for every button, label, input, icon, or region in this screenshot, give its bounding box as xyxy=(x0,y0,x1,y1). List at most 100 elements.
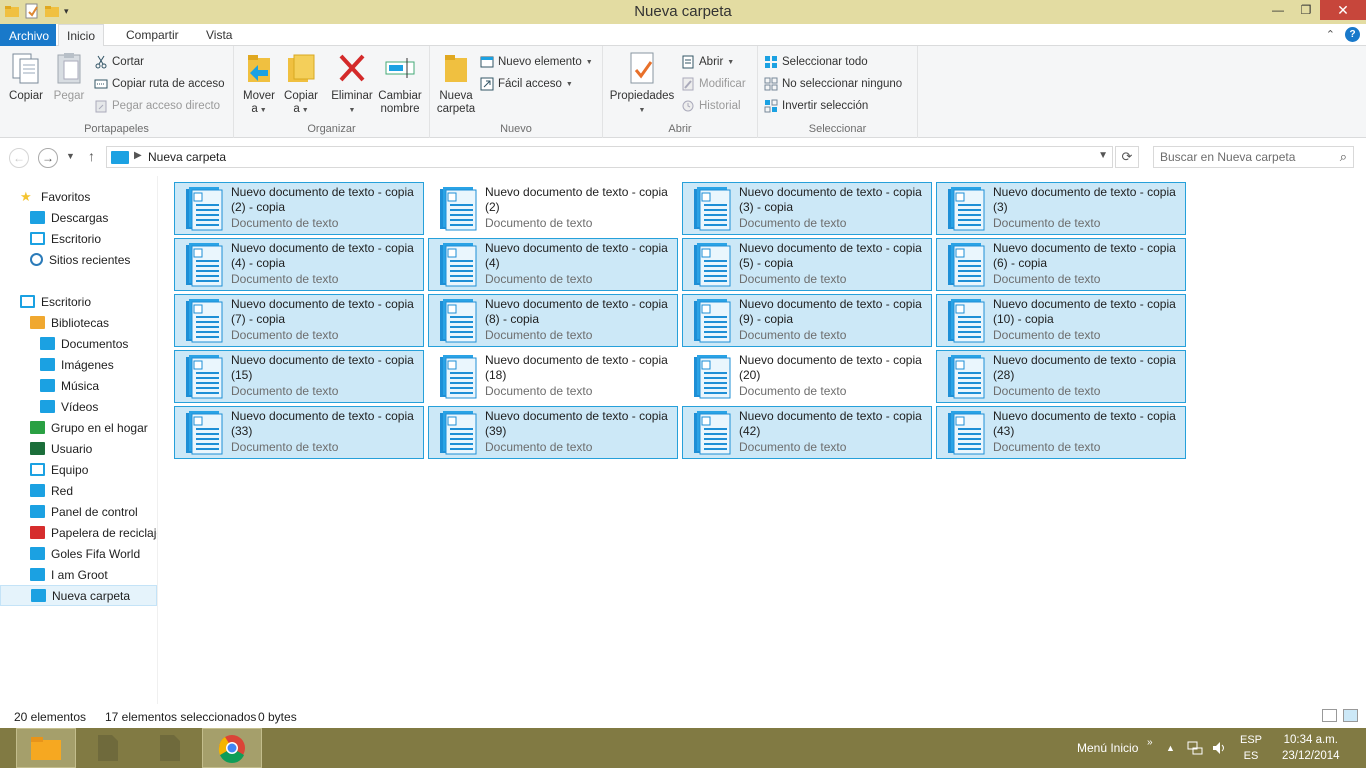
tiles-view-button[interactable] xyxy=(1343,709,1358,722)
paste-shortcut-button[interactable]: Pegar acceso directo xyxy=(94,97,220,115)
taskbar-document-2[interactable] xyxy=(140,728,200,768)
nav-item[interactable]: Red xyxy=(0,480,157,501)
language-indicator[interactable]: ESP ES xyxy=(1240,728,1262,768)
nav-item-label: I am Groot xyxy=(51,567,108,582)
clock-time: 10:34 a.m. xyxy=(1283,734,1338,746)
scissors-icon xyxy=(95,55,107,69)
start-menu-toolbar[interactable]: Menú Inicio xyxy=(1077,728,1138,768)
file-tile[interactable]: Nuevo documento de texto - copia (28) Docu… xyxy=(936,350,1186,403)
volume-tray-icon[interactable] xyxy=(1211,728,1227,768)
nav-item[interactable]: Documentos xyxy=(0,333,157,354)
taskbar-explorer[interactable] xyxy=(16,728,76,768)
edit-button[interactable]: Modificar xyxy=(681,75,746,93)
refresh-button[interactable]: ⟳ xyxy=(1115,146,1139,168)
file-tile[interactable]: Nuevo documento de texto - copia (3) Docum… xyxy=(936,182,1186,235)
easy-access-button[interactable]: Fácil acceso ▼ xyxy=(480,75,573,93)
properties-button[interactable]: Propiedades ▼ xyxy=(607,50,677,117)
file-view[interactable]: Nuevo documento de texto - copia (2) - co… xyxy=(158,176,1366,704)
copy-path-button[interactable]: Copiar ruta de acceso xyxy=(94,75,225,93)
show-hidden-icons-chevron-icon[interactable]: ▲ xyxy=(1166,728,1175,768)
move-to-button[interactable]: Mover a ▼ xyxy=(240,50,278,117)
file-tile[interactable]: Nuevo documento de texto - copia (2) - co… xyxy=(174,182,424,235)
clock[interactable]: 10:34 a.m. 23/12/2014 xyxy=(1282,728,1340,768)
copy-button[interactable]: Copiar xyxy=(6,50,46,103)
file-tile[interactable]: Nuevo documento de texto - copia (18) Docu… xyxy=(428,350,678,403)
file-tile[interactable]: Nuevo documento de texto - copia (42) Docu… xyxy=(682,406,932,459)
nav-item[interactable]: Descargas xyxy=(0,207,157,228)
nav-item[interactable]: Escritorio xyxy=(0,291,157,312)
nav-item[interactable]: Bibliotecas xyxy=(0,312,157,333)
new-folder-button[interactable]: Nueva carpeta xyxy=(434,50,478,116)
select-none-button[interactable]: No seleccionar ninguno xyxy=(764,75,902,93)
file-tile[interactable]: Nuevo documento de texto - copia (4) - co… xyxy=(174,238,424,291)
toolbar-expand-chevron-icon[interactable]: » xyxy=(1147,722,1153,762)
nav-item[interactable]: I am Groot xyxy=(0,564,157,585)
nav-item[interactable]: Papelera de reciclaje xyxy=(0,522,157,543)
copy-label: Copiar xyxy=(9,90,43,102)
taskbar-document-1[interactable] xyxy=(78,728,138,768)
file-tile[interactable]: Nuevo documento de texto - copia (5) - co… xyxy=(682,238,932,291)
rename-icon xyxy=(385,58,415,78)
file-tile[interactable]: Nuevo documento de texto - copia (8) - co… xyxy=(428,294,678,347)
search-icon[interactable]: ⌕ xyxy=(1340,149,1347,165)
file-tile[interactable]: Nuevo documento de texto - copia (4) Docum… xyxy=(428,238,678,291)
cut-button[interactable]: Cortar xyxy=(94,53,144,71)
nav-item[interactable]: ★ Favoritos xyxy=(0,186,157,207)
tab-inicio[interactable]: Inicio xyxy=(58,24,105,47)
nav-item[interactable]: Usuario xyxy=(0,438,157,459)
address-bar[interactable]: ▶ Nueva carpeta ▼ xyxy=(106,146,1113,168)
tab-compartir[interactable]: Compartir xyxy=(118,24,187,46)
nav-item[interactable]: Escritorio xyxy=(0,228,157,249)
nav-item[interactable]: Sitios recientes xyxy=(0,249,157,270)
file-tile[interactable]: Nuevo documento de texto - copia (33) Docu… xyxy=(174,406,424,459)
breadcrumb-current[interactable]: Nueva carpeta xyxy=(148,150,226,164)
taskbar-chrome[interactable] xyxy=(202,728,262,768)
delete-button[interactable]: Eliminar ▼ xyxy=(330,50,374,117)
copy-to-button[interactable]: Copiar a ▼ xyxy=(282,50,320,117)
file-tile[interactable]: Nuevo documento de texto - copia (10) - c… xyxy=(936,294,1186,347)
file-tile[interactable]: Nuevo documento de texto - copia (20) Docu… xyxy=(682,350,932,403)
search-input[interactable] xyxy=(1154,147,1324,167)
minimize-button[interactable]: — xyxy=(1264,0,1292,20)
close-button[interactable]: ✕ xyxy=(1320,0,1366,20)
open-button[interactable]: Abrir ▼ xyxy=(681,53,734,71)
file-tile[interactable]: Nuevo documento de texto - copia (15) Docu… xyxy=(174,350,424,403)
tab-vista[interactable]: Vista xyxy=(198,24,240,46)
nav-item[interactable]: Goles Fifa World xyxy=(0,543,157,564)
select-all-button[interactable]: Seleccionar todo xyxy=(764,53,868,71)
file-tile[interactable]: Nuevo documento de texto - copia (6) - co… xyxy=(936,238,1186,291)
address-dropdown-chevron-icon[interactable]: ▼ xyxy=(1098,150,1108,161)
invert-selection-button[interactable]: Invertir selección xyxy=(764,97,868,115)
nav-item[interactable]: Panel de control xyxy=(0,501,157,522)
recent-locations-chevron-icon[interactable]: ▼ xyxy=(66,151,75,161)
nav-item[interactable]: Música xyxy=(0,375,157,396)
network-tray-icon[interactable] xyxy=(1187,728,1203,768)
history-button[interactable]: Historial xyxy=(681,97,741,115)
maximize-button[interactable]: ❐ xyxy=(1292,0,1320,20)
collapse-ribbon-chevron-icon[interactable]: ⌃ xyxy=(1326,28,1335,41)
file-tile[interactable]: Nuevo documento de texto - copia (9) - co… xyxy=(682,294,932,347)
easy-access-label: Fácil acceso xyxy=(498,78,562,90)
rename-button[interactable]: Cambiar nombre xyxy=(378,50,422,116)
ribbon: Copiar Pegar Cortar Copiar ruta de acces… xyxy=(0,46,1366,138)
file-tile[interactable]: Nuevo documento de texto - copia (7) - co… xyxy=(174,294,424,347)
file-tile[interactable]: Nuevo documento de texto - copia (3) - co… xyxy=(682,182,932,235)
file-tile[interactable]: Nuevo documento de texto - copia (2) Docum… xyxy=(428,182,678,235)
nav-item[interactable]: Imágenes xyxy=(0,354,157,375)
search-box[interactable]: ⌕ xyxy=(1153,146,1354,168)
up-arrow-icon[interactable]: ↑ xyxy=(88,148,95,164)
breadcrumb-chevron-icon[interactable]: ▶ xyxy=(134,150,142,161)
help-icon[interactable]: ? xyxy=(1345,27,1360,42)
nav-item[interactable]: Nueva carpeta xyxy=(0,585,157,606)
nav-item[interactable]: Grupo en el hogar xyxy=(0,417,157,438)
file-tile[interactable]: Nuevo documento de texto - copia (43) Docu… xyxy=(936,406,1186,459)
nav-item[interactable]: Equipo xyxy=(0,459,157,480)
file-name: Nuevo documento de texto - copia (3) - co… xyxy=(739,185,929,215)
details-view-button[interactable] xyxy=(1322,709,1337,722)
paste-button[interactable]: Pegar xyxy=(50,50,88,103)
new-item-button[interactable]: Nuevo elemento ▼ xyxy=(480,53,593,71)
file-tile[interactable]: Nuevo documento de texto - copia (39) Docu… xyxy=(428,406,678,459)
forward-button[interactable]: → xyxy=(38,148,58,168)
back-button[interactable]: ← xyxy=(9,148,29,168)
nav-item[interactable]: Vídeos xyxy=(0,396,157,417)
